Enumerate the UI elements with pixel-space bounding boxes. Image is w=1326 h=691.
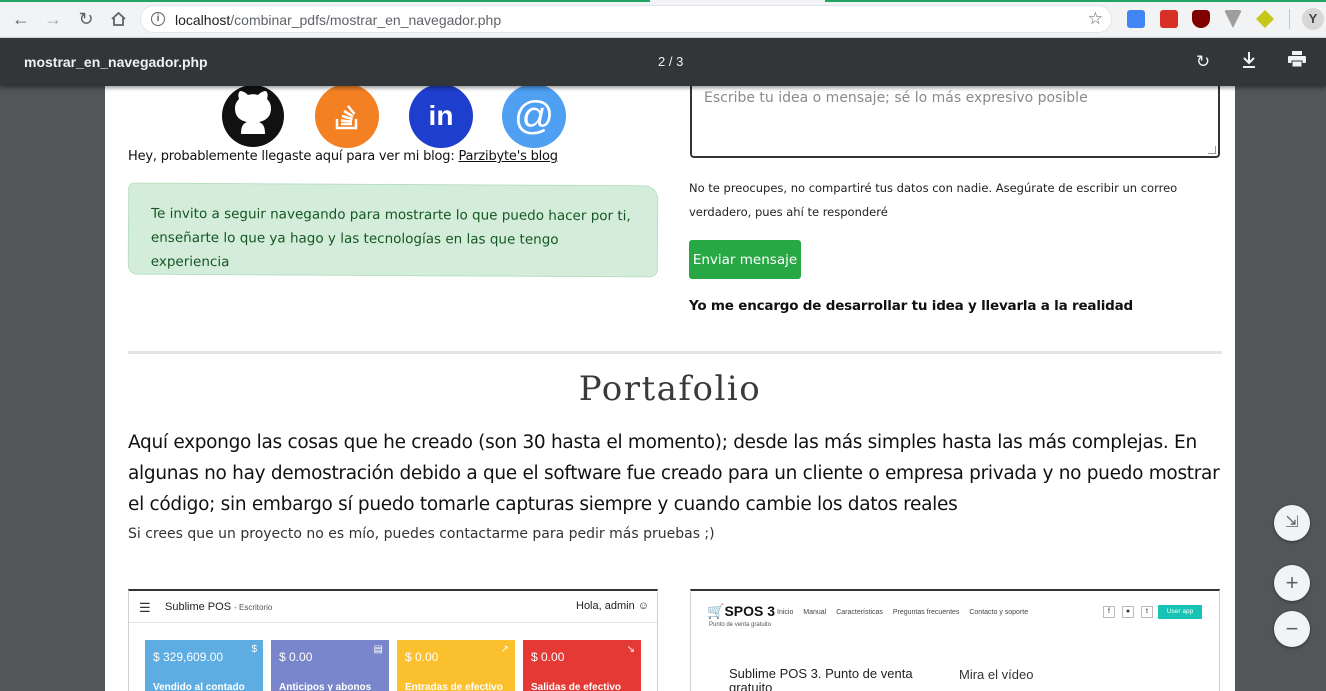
trend-up-icon: ↗ [500,644,509,655]
nav-item-caracteristicas: Características [836,609,883,616]
tile-cash-in: $ 0.00 ↗ Entradas de efectivo [397,640,515,691]
print-icon[interactable] [1286,51,1308,73]
url-text[interactable]: localhost/combinar_pdfs/mostrar_en_naveg… [175,12,501,28]
trend-down-icon: ↘ [626,644,635,655]
address-bar[interactable]: i localhost/combinar_pdfs/mostrar_en_nav… [140,5,1112,33]
portfolio-description: Aquí expongo las cosas que he creado (so… [128,432,1220,515]
cart-icon: 🛒 [707,603,725,619]
home-icon[interactable] [106,7,130,31]
extension-icon[interactable] [1256,10,1274,28]
card-app-title: Sublime POS - Escritorio [165,601,273,613]
nav-item-manual: Manual [803,609,827,616]
card-icon: ▤ [373,644,383,655]
rotate-icon[interactable]: ↻ [1192,51,1214,73]
dollar-icon: $ [251,644,257,655]
user-app-button: User app [1158,605,1202,619]
zoom-in-icon[interactable]: + [1274,565,1310,601]
portfolio-title: Portafolio [578,369,762,409]
translate-extension-icon[interactable] [1127,10,1145,28]
watch-video-link: Mira el vídeo [959,667,1034,682]
linkedin-icon[interactable]: in [409,86,473,148]
stackoverflow-icon[interactable] [315,86,379,148]
resize-grip-icon[interactable] [1208,146,1216,154]
browser-toolbar: ← → ↻ i localhost/combinar_pdfs/mostrar_… [0,0,1326,38]
facebook-icon: f [1103,606,1115,618]
loading-bar-2 [825,0,1326,2]
tile-advances: $ 0.00 ▤ Anticipos y abonos [271,640,389,691]
tile-cash-sales: $ 329,609.00 $ Vendido al contado [145,640,263,691]
hamburger-menu-icon: ☰ [139,600,151,615]
toolbar-separator [1289,9,1290,29]
nav-item-faq: Preguntas frecuentes [892,609,960,616]
promise-text: Yo me encargo de desarrollar tu idea y l… [689,298,1134,314]
back-arrow-icon[interactable]: ← [9,7,33,31]
zoom-out-icon[interactable]: − [1274,611,1310,647]
spos-logo: 🛒SPOS 3 [707,603,776,619]
fit-to-page-icon[interactable]: ⇲ [1274,505,1310,541]
bookmark-star-icon[interactable]: ☆ [1088,9,1103,29]
page-indicator: 2 / 3 [658,54,684,69]
chat-icon: ● [1122,606,1134,618]
loading-bar [0,0,650,2]
message-placeholder: Escribe tu idea o mensaje; sé lo más exp… [704,90,1088,106]
card-greeting: Hola, admin ☺ [576,600,649,612]
nav-item-contacto: Contacto y soporte [969,609,1029,616]
lastpass-extension-icon[interactable] [1160,10,1178,28]
email-icon[interactable]: @ [502,86,566,148]
card-header: ☰ Sublime POS - Escritorio Hola, admin ☺ [129,591,657,623]
download-icon[interactable] [1238,51,1260,73]
portfolio-subnote: Si crees que un proyecto no es mío, pued… [128,526,715,542]
pdf-toolbar: mostrar_en_navegador.php 2 / 3 ↻ [0,38,1326,86]
portfolio-card-sublime-pos[interactable]: ☰ Sublime POS - Escritorio Hola, admin ☺… [128,589,658,691]
info-alert: Te invito a seguir navegando para mostra… [127,182,659,278]
pdf-title: mostrar_en_navegador.php [24,54,208,70]
tile-cash-out: $ 0.00 ↘ Salidas de efectivo [523,640,641,691]
profile-avatar[interactable]: Y [1302,8,1324,30]
blog-prefix: Hey, probablemente llegaste aquí para ve… [128,149,459,164]
spos-logo-sub: Punto de venta gratuito [709,622,772,628]
privacy-note: No te preocupes, no compartiré tus datos… [689,181,1178,219]
github-icon[interactable] [221,86,285,148]
vue-devtools-icon[interactable] [1224,10,1242,28]
pdf-page: in @ Hey, probablemente llegaste aquí pa… [105,86,1235,691]
blog-link[interactable]: Parzibyte's blog [458,149,558,164]
section-divider [128,351,1222,354]
portfolio-card-spos3[interactable]: 🛒SPOS 3 Punto de venta gratuito Inicio M… [690,589,1220,691]
spos-nav: Inicio Manual Características Preguntas … [777,609,1036,616]
message-textarea[interactable]: Escribe tu idea o mensaje; sé lo más exp… [690,86,1220,158]
ublock-extension-icon[interactable] [1192,10,1210,28]
nav-item-inicio: Inicio [777,609,794,616]
twitter-icon: t [1141,606,1153,618]
forward-arrow-icon[interactable]: → [41,7,65,31]
reload-icon[interactable]: ↻ [74,7,98,31]
blog-line: Hey, probablemente llegaste aquí para ve… [128,149,558,164]
send-message-button[interactable]: Enviar mensaje [689,240,801,279]
spos-heading: Sublime POS 3. Punto de venta gratuito [729,666,913,691]
info-icon[interactable]: i [151,12,165,26]
